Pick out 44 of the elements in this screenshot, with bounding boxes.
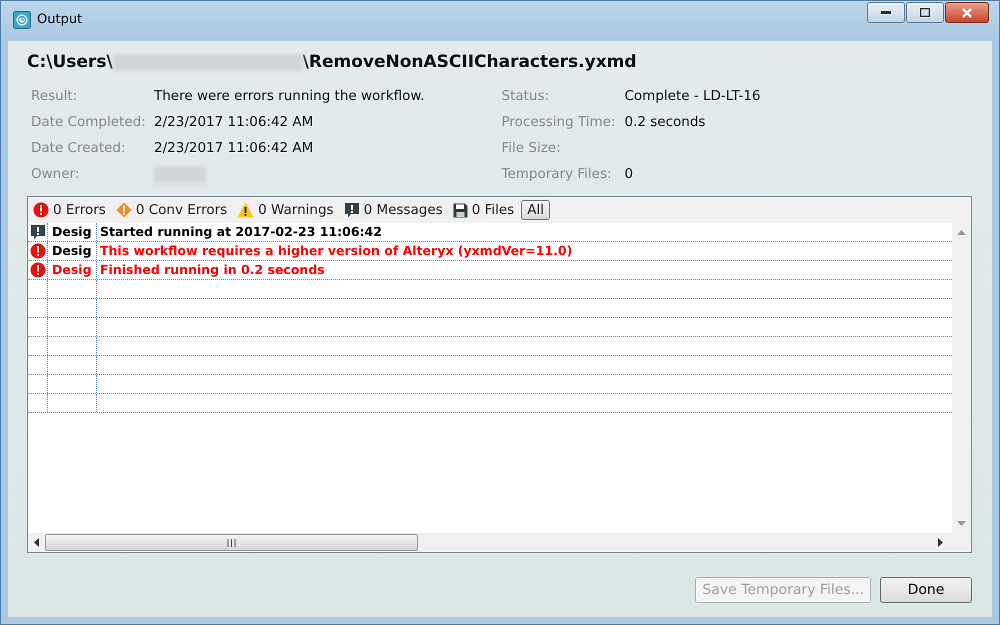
field-label: Date Completed: xyxy=(31,114,147,130)
warning-icon xyxy=(237,202,254,218)
field-label: Result: xyxy=(31,88,78,104)
minimize-icon xyxy=(881,11,891,14)
maximize-button[interactable] xyxy=(906,2,944,23)
scroll-left-icon[interactable] xyxy=(34,538,39,547)
filter-button[interactable]: 0 Messages xyxy=(340,200,446,220)
field-value: 2/23/2017 11:06:42 AM xyxy=(154,114,314,130)
scroll-right-icon[interactable] xyxy=(938,538,943,547)
field-value: 0 xyxy=(624,166,634,182)
file-path: C:\Users\ xyxy=(27,52,113,72)
field-label: Processing Time: xyxy=(502,114,616,130)
table-cell: Desig xyxy=(48,242,97,260)
filter-button[interactable]: All xyxy=(521,200,550,220)
window-title: Output xyxy=(37,11,82,29)
done-button[interactable]: Done xyxy=(880,577,972,603)
close-icon xyxy=(961,8,973,18)
message-icon xyxy=(344,202,360,218)
scroll-thumb[interactable] xyxy=(45,534,418,551)
field-label: Owner: xyxy=(31,166,80,182)
field-label: Date Created: xyxy=(31,140,127,156)
table-cell-text: Finished running in 0.2 seconds xyxy=(99,261,326,279)
minimize-button[interactable] xyxy=(867,2,905,23)
file-path: \RemoveNonASCIICharacters.yxmd xyxy=(302,52,637,72)
warning-diamond-icon xyxy=(116,202,132,218)
app-icon xyxy=(13,11,31,29)
table-cell-text: Started running at 2017-02-23 11:06:42 xyxy=(99,223,383,241)
maximize-icon xyxy=(920,8,930,17)
filter-button[interactable]: 0 Files xyxy=(450,200,518,220)
field-label: Temporary Files: xyxy=(502,166,613,182)
field-label: File Size: xyxy=(502,140,562,156)
filter-button[interactable]: 0 Warnings xyxy=(234,200,337,220)
field-value: 2/23/2017 11:06:42 AM xyxy=(154,140,314,156)
table-cell-text: This workflow requires a higher version of Alteryx (yxmdVer=11.0) xyxy=(99,242,574,260)
close-button[interactable] xyxy=(945,2,989,23)
table-cell: Desig xyxy=(48,261,97,279)
field-value: 0.2 seconds xyxy=(624,114,706,130)
field-value: Complete - LD-LT-16 xyxy=(624,88,761,104)
table-cell: Desig xyxy=(48,223,97,241)
field-value: There were errors running the workflow. xyxy=(154,88,425,104)
filter-button[interactable]: 0 Conv Errors xyxy=(112,200,230,220)
error-icon xyxy=(33,202,49,218)
field-label: Status: xyxy=(502,88,550,104)
filter-button[interactable]: 0 Errors xyxy=(30,200,109,220)
